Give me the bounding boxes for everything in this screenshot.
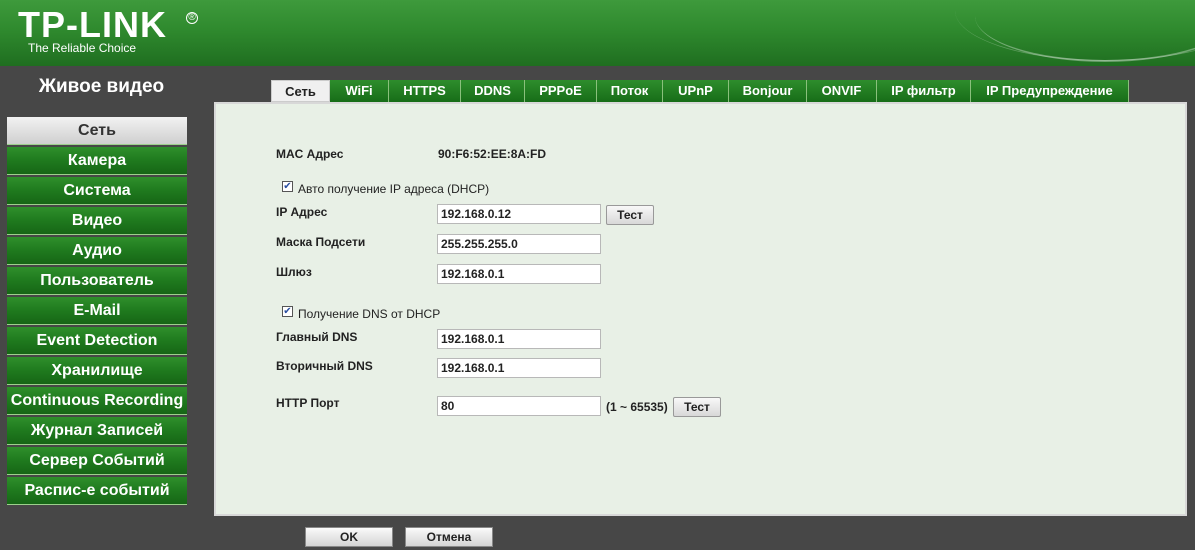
registered-mark-icon: ® (186, 12, 198, 24)
http-port-input[interactable]: 80 (437, 396, 601, 416)
tab-upnp[interactable]: UPnP (663, 80, 729, 102)
tab-onvif[interactable]: ONVIF (807, 80, 877, 102)
tab-ip-filter[interactable]: IP фильтр (877, 80, 971, 102)
secondary-dns-input[interactable]: 192.168.0.1 (437, 358, 601, 378)
ip-address-input[interactable]: 192.168.0.12 (437, 204, 601, 224)
brand-tagline: The Reliable Choice (28, 41, 137, 55)
sidebar-item-record-log[interactable]: Журнал Записей (7, 417, 187, 445)
subnet-mask-input[interactable]: 255.255.255.0 (437, 234, 601, 254)
ok-button[interactable]: OK (305, 527, 393, 547)
primary-dns-label: Главный DNS (276, 330, 358, 344)
sidebar-item-email[interactable]: E-Mail (7, 297, 187, 325)
sidebar-item-event-server[interactable]: Сервер Событий (7, 447, 187, 475)
mac-address-value: 90:F6:52:EE:8A:FD (438, 147, 547, 161)
sidebar-item-event-schedule[interactable]: Распис-е событий (7, 477, 187, 505)
brand-logo: TP-LINK (18, 4, 167, 45)
http-port-test-button[interactable]: Тест (673, 397, 721, 417)
sidebar-item-user[interactable]: Пользователь (7, 267, 187, 295)
tab-ddns[interactable]: DDNS (461, 80, 525, 102)
dhcp-checkbox[interactable]: ✔ (282, 181, 293, 192)
tab-ip-alert[interactable]: IP Предупреждение (971, 80, 1129, 102)
mac-address-label: MAC Адрес (276, 147, 344, 161)
sidebar-item-system[interactable]: Система (7, 177, 187, 205)
sidebar-menu: Сеть Камера Система Видео Аудио Пользова… (7, 117, 187, 507)
sidebar-item-storage[interactable]: Хранилище (7, 357, 187, 385)
dns-dhcp-checkbox[interactable]: ✔ (282, 306, 293, 317)
tab-network[interactable]: Сеть (271, 80, 330, 102)
tab-pppoe[interactable]: PPPoE (525, 80, 597, 102)
tab-bonjour[interactable]: Bonjour (729, 80, 807, 102)
sidebar-item-video[interactable]: Видео (7, 207, 187, 235)
ip-address-label: IP Адрес (276, 205, 328, 219)
http-port-label: HTTP Порт (276, 396, 340, 410)
gateway-label: Шлюз (276, 265, 312, 279)
subnet-mask-label: Маска Подсети (276, 235, 366, 249)
tab-https[interactable]: HTTPS (389, 80, 461, 102)
http-port-range: (1 ~ 65535) (606, 400, 668, 414)
settings-tabs: Сеть WiFi HTTPS DDNS PPPoE Поток UPnP Bo… (271, 80, 1129, 102)
network-settings-panel: MAC Адрес 90:F6:52:EE:8A:FD ✔ Авто получ… (214, 102, 1187, 516)
primary-dns-input[interactable]: 192.168.0.1 (437, 329, 601, 349)
dns-dhcp-label: Получение DNS от DHCP (298, 307, 441, 321)
sidebar-item-continuous-recording[interactable]: Continuous Recording (7, 387, 187, 415)
sidebar-item-camera[interactable]: Камера (7, 147, 187, 175)
sidebar-item-event-detection[interactable]: Event Detection (7, 327, 187, 355)
dhcp-label: Авто получение IP адреса (DHCP) (298, 182, 490, 196)
header-banner: TP-LINK ® The Reliable Choice (0, 0, 1195, 66)
sidebar-item-audio[interactable]: Аудио (7, 237, 187, 265)
live-video-link[interactable]: Живое видео (0, 76, 203, 98)
tab-wifi[interactable]: WiFi (330, 80, 389, 102)
gateway-input[interactable]: 192.168.0.1 (437, 264, 601, 284)
cancel-button[interactable]: Отмена (405, 527, 493, 547)
ip-test-button[interactable]: Тест (606, 205, 654, 225)
header-decoration (975, 0, 1195, 62)
tab-stream[interactable]: Поток (597, 80, 663, 102)
sidebar-item-network[interactable]: Сеть (7, 117, 187, 145)
secondary-dns-label: Вторичный DNS (276, 359, 373, 373)
